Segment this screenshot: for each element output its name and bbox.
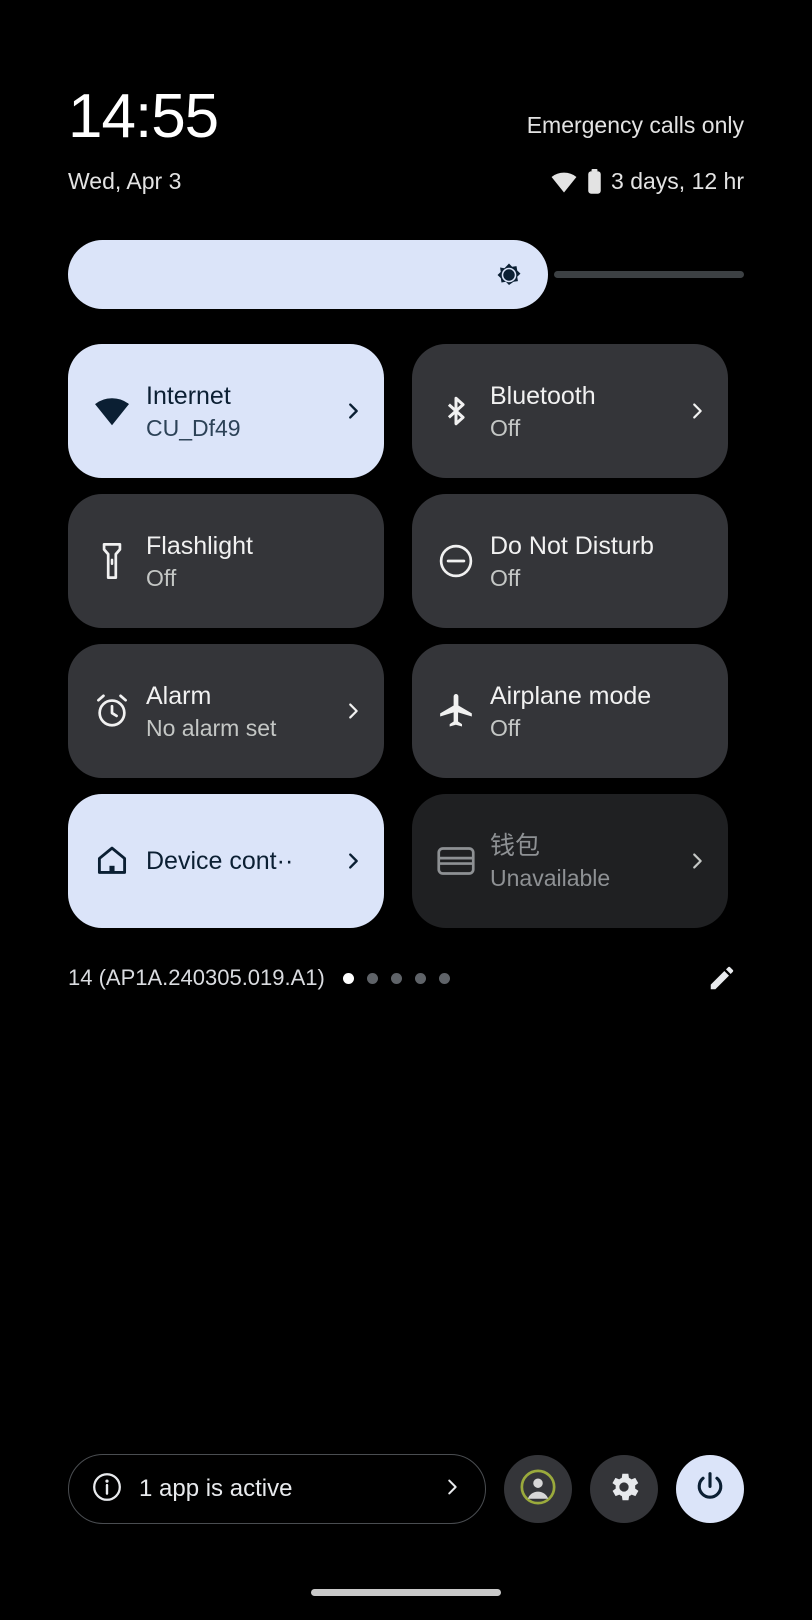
power-icon [693,1470,727,1509]
tile-sublabel: No alarm set [146,714,277,741]
quick-settings-tiles: Internet CU_Df49 Bluetooth Off Flashligh… [68,344,744,928]
tile-label: Flashlight [146,531,253,560]
page-dot[interactable] [390,972,402,984]
tile-label: Airplane mode [490,681,652,710]
tile-internet[interactable]: Internet CU_Df49 [68,344,384,478]
chevron-right-icon[interactable] [686,850,708,872]
info-icon [91,1471,123,1508]
page-dot[interactable] [366,972,378,984]
tile-bluetooth[interactable]: Bluetooth Off [412,344,728,478]
settings-button[interactable] [590,1455,658,1523]
do-not-disturb-icon [434,539,478,583]
active-apps-button[interactable]: 1 app is active [68,1454,486,1524]
tile-airplane-mode[interactable]: Airplane mode Off [412,644,728,778]
tile-label: Internet [146,381,231,410]
gesture-navigation-bar[interactable] [311,1589,501,1596]
chevron-right-icon[interactable] [342,850,364,872]
build-version-label: 14 (AP1A.240305.019.A1) [68,965,325,990]
tile-sublabel: Unavailable [490,864,611,891]
tile-label: 钱包 [490,831,541,860]
carrier-label: Emergency calls only [526,112,744,138]
tile-label: Bluetooth [490,381,596,410]
user-avatar-icon [519,1468,557,1511]
tile-device-controls[interactable]: Device cont·· [68,794,384,928]
tile-sublabel: Off [490,564,521,591]
battery-icon [587,169,602,194]
airplane-icon [434,689,478,733]
status-icons: 3 days, 12 hr [550,168,744,195]
tile-sublabel: Off [490,714,521,741]
brightness-sun-icon [492,258,526,292]
status-header: 14:55 Emergency calls only Wed, Apr 3 3 … [0,0,812,195]
tile-do-not-disturb[interactable]: Do Not Disturb Off [412,494,728,628]
user-switcher-button[interactable] [504,1455,572,1523]
page-indicator [342,972,450,984]
active-apps-label: 1 app is active [139,1475,293,1502]
tile-wallet[interactable]: 钱包 Unavailable [412,794,728,928]
tile-label: Device cont·· [146,847,294,875]
tile-sublabel: Off [146,564,177,591]
wifi-icon [550,171,578,193]
brightness-slider[interactable] [68,240,744,309]
page-dot[interactable] [438,972,450,984]
brightness-fill[interactable] [68,240,548,309]
tile-label: Do Not Disturb [490,531,654,560]
tile-flashlight[interactable]: Flashlight Off [68,494,384,628]
power-button[interactable] [676,1455,744,1523]
chevron-right-icon[interactable] [342,700,364,722]
pencil-edit-icon[interactable] [700,956,744,1000]
page-dot[interactable] [414,972,426,984]
chevron-right-icon[interactable] [686,400,708,422]
bottom-action-bar: 1 app is active [68,1454,744,1524]
tile-sublabel: Off [490,414,521,441]
tile-sublabel: CU_Df49 [146,414,241,441]
battery-estimate: 3 days, 12 hr [611,168,744,194]
date-label[interactable]: Wed, Apr 3 [68,168,181,195]
tile-alarm[interactable]: Alarm No alarm set [68,644,384,778]
chevron-right-icon[interactable] [342,400,364,422]
home-icon [90,839,134,883]
wifi-icon [90,389,134,433]
quick-settings-panel: 14:55 Emergency calls only Wed, Apr 3 3 … [0,0,812,1620]
page-dot[interactable] [342,972,354,984]
wallet-card-icon [434,839,478,883]
footer-build-row: 14 (AP1A.240305.019.A1) [68,958,744,998]
clock[interactable]: 14:55 [68,86,219,148]
bluetooth-icon [434,389,478,433]
gear-icon [606,1469,642,1510]
chevron-right-icon [441,1476,463,1503]
brightness-remaining-track [554,271,744,278]
alarm-clock-icon [90,689,134,733]
tile-label: Alarm [146,681,212,710]
flashlight-icon [90,539,134,583]
